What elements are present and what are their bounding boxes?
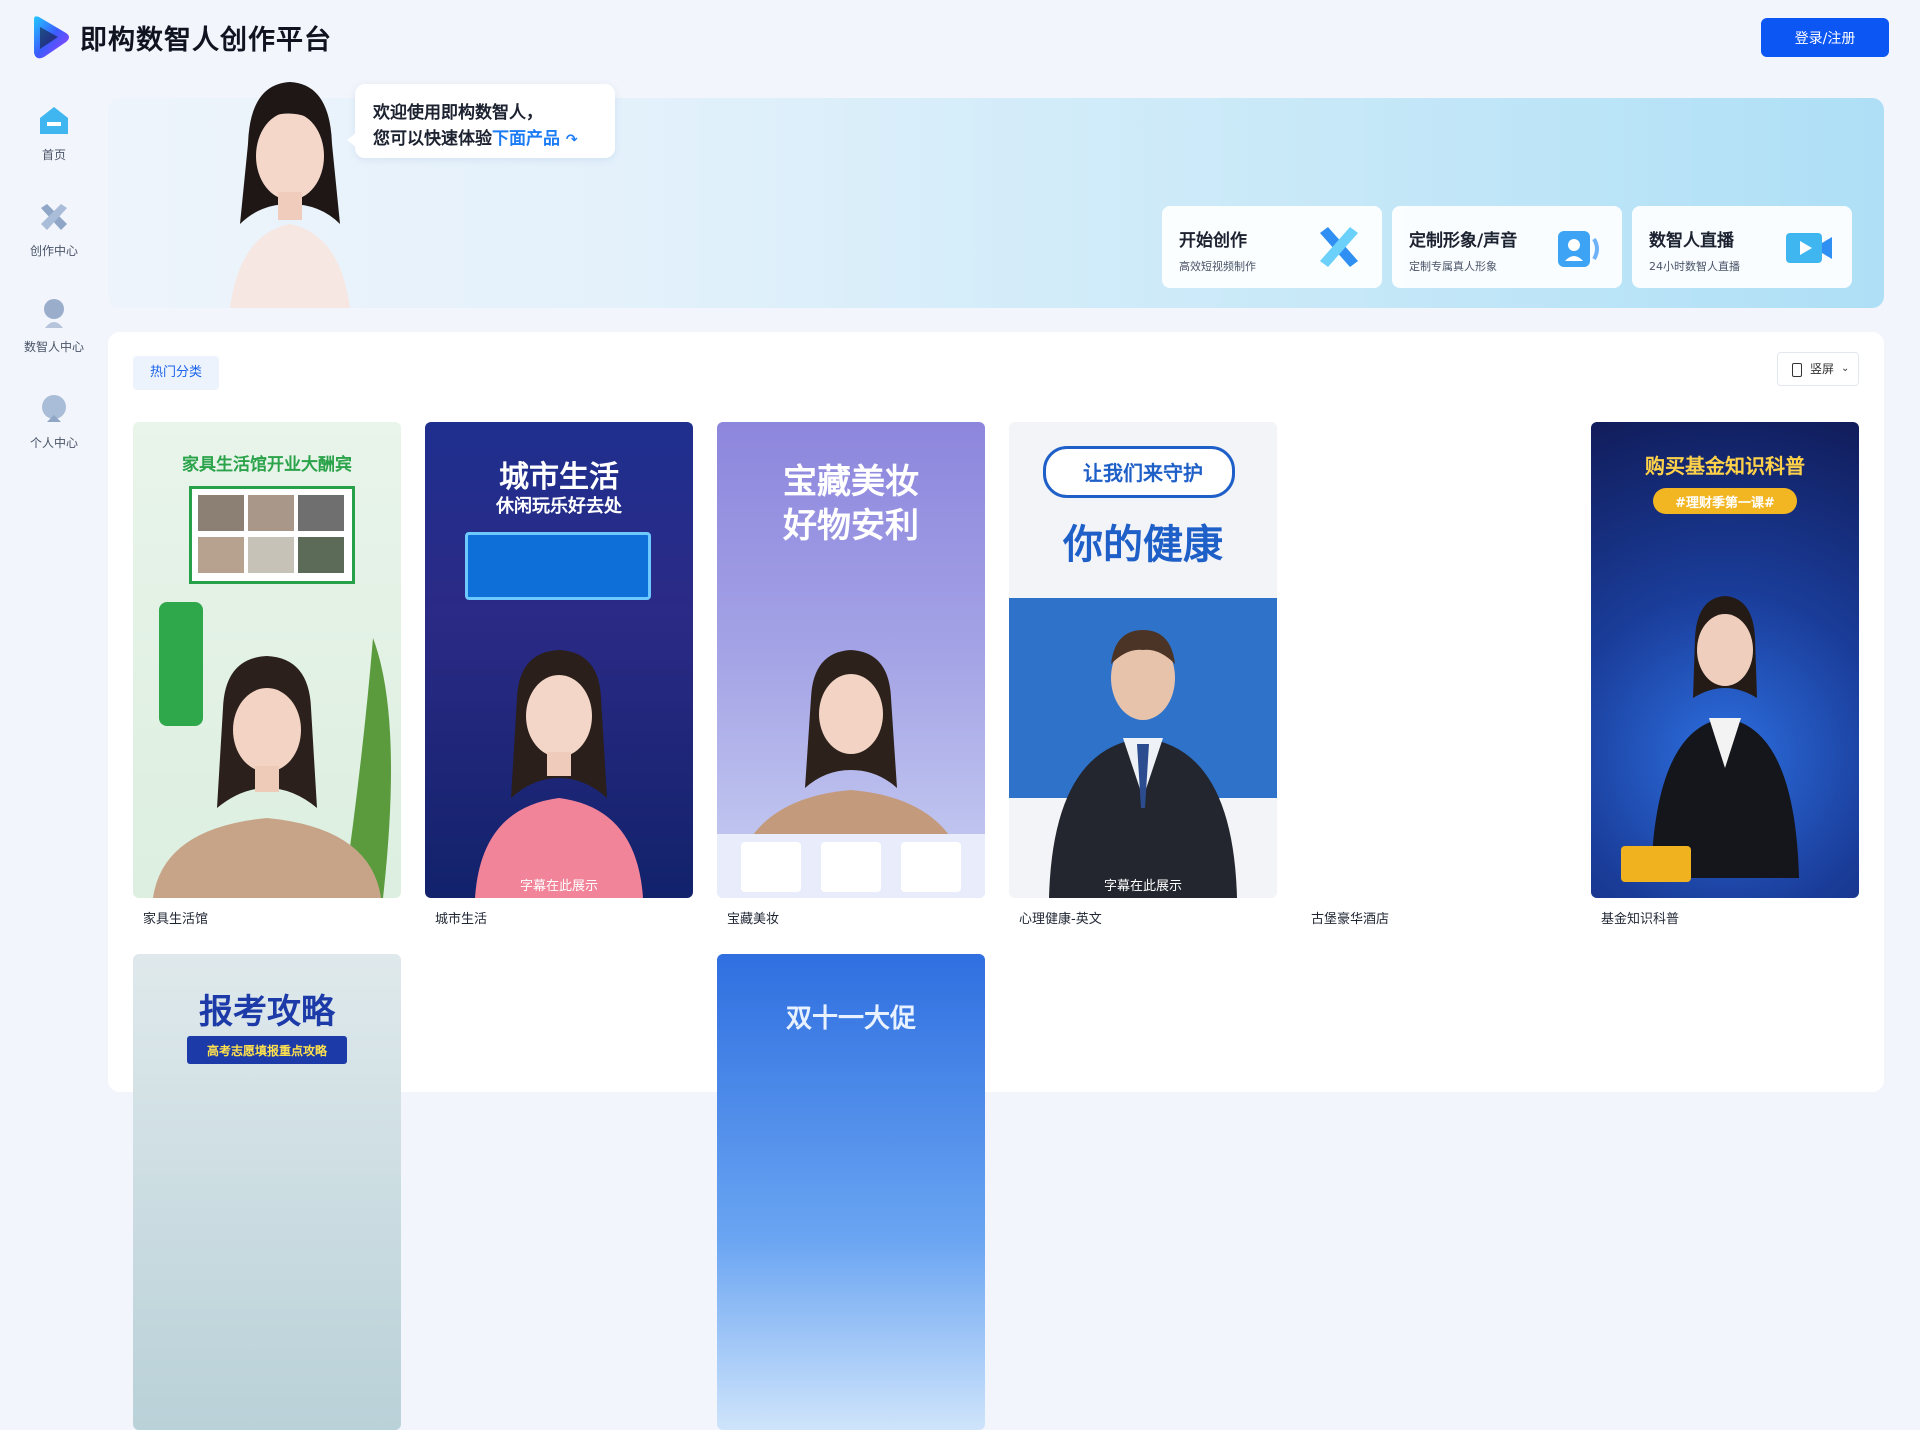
brand-logo-icon xyxy=(34,16,69,59)
presenter-figure-image xyxy=(717,650,985,898)
thumbnail-headline: 让我们来守护 xyxy=(1083,461,1203,485)
start-creation-card[interactable]: 开始创作 高效短视频制作 xyxy=(1162,206,1382,288)
template-card[interactable]: 城市生活 休闲玩乐好去处 字幕在此展示 城市生活 xyxy=(425,422,693,937)
category-tab-hot[interactable]: 热门分类 xyxy=(133,356,219,390)
card-subtitle: 定制专属真人形象 xyxy=(1409,260,1497,273)
template-thumbnail: 家具生活馆开业大酬宾 xyxy=(133,422,401,898)
thumbnail-headline-2: 你的健康 xyxy=(1063,522,1223,568)
template-card[interactable]: 双十一大促 xyxy=(717,954,985,1430)
presenter-figure-image xyxy=(153,638,391,898)
template-name: 古堡豪华酒店 xyxy=(1311,912,1390,927)
presenter-figure-image xyxy=(475,650,643,898)
template-thumbnail: 让我们来守护 你的健康 字幕在此展示 xyxy=(1009,422,1277,898)
thumbnail-headline: 双十一大促 xyxy=(785,1004,916,1034)
top-header: 即构数智人创作平台 登录/注册 xyxy=(0,0,1920,76)
orientation-select[interactable]: 竖屏 ⌄ xyxy=(1777,352,1859,386)
sidebar-item-label: 首页 xyxy=(41,148,66,162)
pointer-hand-icon: ↷ xyxy=(565,132,578,148)
template-name: 基金知识科普 xyxy=(1601,912,1680,927)
furniture-gallery-image xyxy=(189,486,355,584)
template-thumbnail: 报考攻略 高考志愿填报重点攻略 xyxy=(133,954,401,1430)
portrait-phone-icon xyxy=(1792,363,1802,377)
greeting-line-2: 您可以快速体验下面产品 ↷ xyxy=(373,124,578,149)
thumbnail-headline: 城市生活 xyxy=(499,460,619,495)
home-icon xyxy=(40,107,68,134)
brand-name: 即构数智人创作平台 xyxy=(80,25,332,56)
sidebar-item-home[interactable]: 首页 xyxy=(0,96,108,176)
template-panel: 热门分类 竖屏 ⌄ 家具生活馆开业大酬宾 家具生活馆 城市生活 休闲玩乐好去处 … xyxy=(108,332,1884,1430)
thumbnail-headline-2: 好物安利 xyxy=(783,506,919,546)
card-title: 开始创作 xyxy=(1179,231,1247,251)
presenter-figure-image xyxy=(1621,596,1799,882)
greeting-line-1: 欢迎使用即构数智人， xyxy=(373,103,543,123)
card-title: 数智人直播 xyxy=(1649,231,1734,251)
template-thumbnail: 宝藏美妆 好物安利 xyxy=(717,422,985,898)
custom-avatar-voice-card[interactable]: 定制形象/声音 定制专属真人形象 xyxy=(1392,206,1622,288)
digital-human-icon xyxy=(44,299,64,328)
login-register-button[interactable]: 登录/注册 xyxy=(1761,18,1889,57)
template-name: 家具生活馆 xyxy=(143,912,209,927)
thumbnail-headline-2: #理财季第一课# xyxy=(1675,496,1775,511)
promo-ticket-image xyxy=(465,532,651,600)
thumbnail-headline: 宝藏美妆 xyxy=(783,462,919,502)
create-icon xyxy=(41,204,67,230)
card-subtitle: 24小时数智人直播 xyxy=(1649,260,1740,273)
template-card[interactable]: 宝藏美妆 好物安利 宝藏美妆 xyxy=(717,422,985,937)
template-thumbnail: 双十一大促 xyxy=(717,954,985,1430)
template-card[interactable]: 购买基金知识科普 #理财季第一课# 基金知识科普 xyxy=(1591,422,1859,937)
sidebar-item-label: 数智人中心 xyxy=(23,340,84,354)
card-subtitle: 高效短视频制作 xyxy=(1179,260,1256,273)
template-name: 宝藏美妆 xyxy=(727,912,780,927)
thumbnail-subtitle: 字幕在此展示 xyxy=(519,879,598,894)
template-name: 城市生活 xyxy=(435,912,488,927)
template-card[interactable]: 报考攻略 高考志愿填报重点攻略 xyxy=(133,954,401,1430)
template-thumbnail: 城市生活 休闲玩乐好去处 字幕在此展示 xyxy=(425,422,693,898)
template-card[interactable]: 家具生活馆开业大酬宾 家具生活馆 xyxy=(133,422,401,937)
greeting-prefix: 您可以快速体验 xyxy=(373,129,492,149)
thumbnail-headline-2: 休闲玩乐好去处 xyxy=(496,496,622,517)
sidebar-item-profile[interactable]: 个人中心 xyxy=(0,384,108,464)
custom-avatar-icon xyxy=(1558,231,1599,267)
sidebar-item-label: 个人中心 xyxy=(29,436,78,450)
thumbnail-headline: 家具生活馆开业大酬宾 xyxy=(182,455,352,475)
welcome-speech-bubble: 欢迎使用即构数智人， 您可以快速体验下面产品 ↷ xyxy=(347,84,615,158)
digital-human-live-card[interactable]: 数智人直播 24小时数智人直播 xyxy=(1632,206,1852,288)
orientation-value: 竖屏 xyxy=(1810,362,1835,376)
thumbnail-headline: 购买基金知识科普 xyxy=(1645,454,1805,478)
create-tools-icon xyxy=(1320,227,1358,267)
sidebar-item-label: 创作中心 xyxy=(29,244,78,258)
thumbnail-headline: 报考攻略 xyxy=(199,992,335,1032)
chevron-down-icon: ⌄ xyxy=(1841,363,1850,374)
live-stream-icon xyxy=(1786,233,1832,263)
presenter-figure-image xyxy=(1049,630,1237,898)
thumbnail-subtitle: 字幕在此展示 xyxy=(1103,879,1182,894)
template-name: 心理健康-英文 xyxy=(1019,912,1102,927)
sidebar-item-digital-human[interactable]: 数智人中心 xyxy=(0,288,108,368)
template-thumbnail xyxy=(1301,422,1569,898)
greeting-highlight: 下面产品 xyxy=(492,129,560,149)
thumbnail-headline-2: 高考志愿填报重点攻略 xyxy=(206,1044,327,1058)
template-thumbnail: 购买基金知识科普 #理财季第一课# xyxy=(1591,422,1859,898)
card-title: 定制形象/声音 xyxy=(1409,231,1518,251)
template-card[interactable]: 让我们来守护 你的健康 字幕在此展示 心理健康-英文 xyxy=(1009,422,1277,937)
profile-icon xyxy=(42,395,66,422)
template-card[interactable]: 古堡豪华酒店 xyxy=(1301,422,1569,937)
sidebar-item-create[interactable]: 创作中心 xyxy=(0,192,108,272)
